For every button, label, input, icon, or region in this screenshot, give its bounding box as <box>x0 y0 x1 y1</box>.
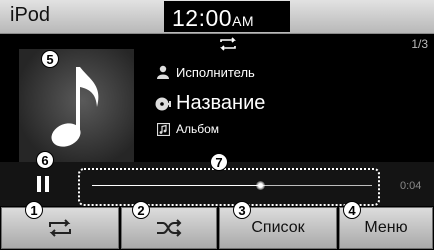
callout-7: 7 <box>210 153 228 171</box>
callout-1: 1 <box>25 201 43 219</box>
status-bar: iPod 12:00AM <box>0 0 434 34</box>
callout-6: 6 <box>36 151 54 169</box>
album-icon <box>155 121 171 137</box>
disc-icon <box>155 96 171 112</box>
repeat-indicator-icon <box>220 37 236 51</box>
song-title: Название <box>176 92 266 114</box>
progress-highlight <box>78 168 380 206</box>
album-row: Альбом <box>155 121 219 137</box>
callout-4: 4 <box>343 201 361 219</box>
menu-button-label: Меню <box>364 219 408 236</box>
pause-button[interactable] <box>34 174 54 196</box>
source-title: iPod <box>10 4 51 26</box>
shuffle-icon <box>157 219 182 237</box>
elapsed-time: 0:04 <box>400 180 422 192</box>
clock-ampm: AM <box>232 13 255 29</box>
artist-name: Исполнитель <box>176 64 255 80</box>
callout-2: 2 <box>132 201 150 219</box>
clock: 12:00AM <box>164 1 290 32</box>
clock-time: 12:00 <box>172 5 233 31</box>
list-button-label: Список <box>251 219 305 236</box>
repeat-button[interactable] <box>1 207 119 249</box>
person-icon <box>155 64 171 80</box>
callout-3: 3 <box>233 201 251 219</box>
artist-row: Исполнитель <box>155 64 255 80</box>
album-art <box>19 49 134 164</box>
title-row: Название <box>155 92 265 115</box>
music-note-icon <box>51 67 99 147</box>
pause-bar-left <box>37 176 41 192</box>
repeat-icon <box>49 219 71 237</box>
album-name: Альбом <box>176 122 220 136</box>
clock-time-wrap: 12:00AM <box>172 5 254 32</box>
ipod-screen: iPod 12:00AM 1/3 Исполнитель Название Ал… <box>0 0 434 250</box>
callout-5: 5 <box>41 50 59 68</box>
track-counter: 1/3 <box>411 37 428 51</box>
pause-bar-right <box>45 176 49 192</box>
